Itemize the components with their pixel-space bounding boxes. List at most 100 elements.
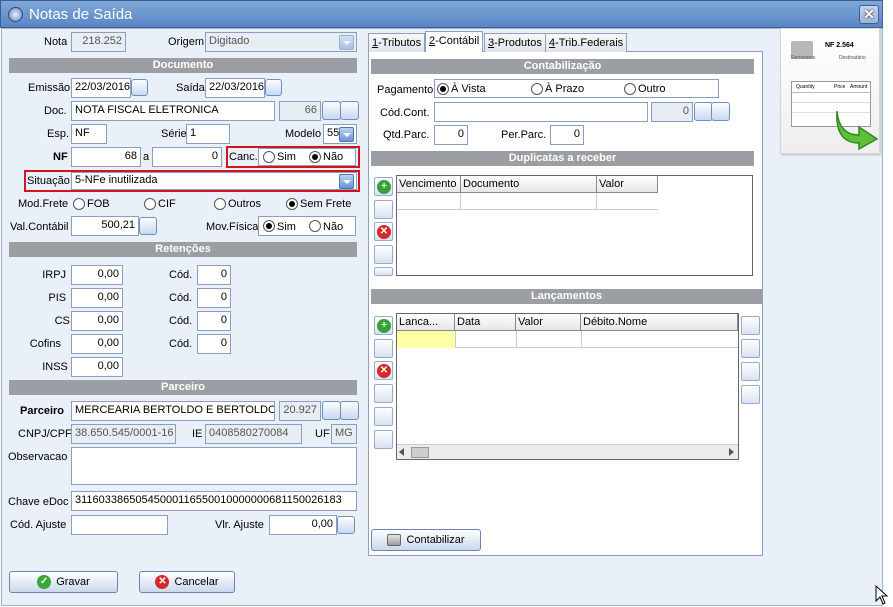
col-documento[interactable]: Documento: [461, 176, 597, 193]
wrench-icon[interactable]: [741, 316, 760, 335]
serie-field[interactable]: 1: [186, 124, 230, 144]
canc-sim-radio[interactable]: [263, 151, 275, 163]
export-icon[interactable]: [741, 362, 760, 381]
col-debito-nome[interactable]: Débito.Nome: [581, 314, 738, 331]
saida-field[interactable]: 22/03/2016: [205, 78, 265, 98]
retencao-value-field[interactable]: 0,00: [71, 288, 123, 308]
frete-sem-label: Sem Frete: [300, 198, 352, 210]
retencao-value-field[interactable]: 0,00: [71, 334, 123, 354]
scroll-thumb[interactable]: [411, 447, 429, 458]
calendar-icon[interactable]: [131, 79, 148, 96]
tab-contabil[interactable]: 2-Contábil: [425, 31, 484, 52]
retencao-cod-label: Cód.: [169, 315, 193, 327]
valcontabil-field[interactable]: 500,21: [71, 216, 139, 236]
frete-sem-radio[interactable]: [286, 198, 298, 210]
vlrajuste-field[interactable]: 0,00: [269, 515, 337, 535]
retencao-value-field[interactable]: 0,00: [71, 311, 123, 331]
doc-field[interactable]: NOTA FISCAL ELETRONICA: [71, 101, 275, 121]
parceiro-field[interactable]: MERCEARIA BERTOLDO E BERTOLDO ME: [71, 401, 275, 421]
close-button[interactable]: ✕: [859, 5, 879, 24]
mov-sim-radio[interactable]: [263, 220, 275, 232]
delete-icon[interactable]: ✕: [374, 361, 393, 380]
tab-trib-federais[interactable]: 4-Trib.Federais: [545, 33, 628, 52]
scroll-right-icon[interactable]: [729, 448, 734, 456]
canc-nao-radio[interactable]: [309, 151, 321, 163]
perparc-label: Per.Parc.: [501, 129, 547, 141]
edit-icon[interactable]: [374, 200, 393, 219]
origem-select[interactable]: Digitado: [205, 32, 357, 52]
col-data[interactable]: Data: [455, 314, 516, 331]
nf-to-field[interactable]: 0: [152, 147, 222, 167]
retencao-value-field[interactable]: 0,00: [71, 265, 123, 285]
cancelar-button[interactable]: ✕ Cancelar: [139, 571, 235, 593]
col-valor[interactable]: Valor: [597, 176, 658, 193]
table-row[interactable]: [397, 331, 738, 348]
retencao-value-field[interactable]: 0,00: [71, 357, 123, 377]
search-icon[interactable]: [322, 101, 341, 120]
table-row[interactable]: [397, 193, 658, 210]
retencao-cod-field[interactable]: 0: [197, 311, 231, 331]
horizontal-scrollbar[interactable]: [397, 444, 738, 459]
retencao-cod-label: Cód.: [169, 269, 193, 281]
plus-icon: +: [377, 180, 391, 194]
frete-fob-radio[interactable]: [73, 198, 85, 210]
pag-outro-radio[interactable]: [624, 83, 636, 95]
tab-tributos[interactable]: 1-Tributos: [368, 33, 426, 52]
col-vencimento[interactable]: Vencimento: [397, 176, 461, 193]
edit-icon[interactable]: [374, 339, 393, 358]
nf-from-field[interactable]: 68: [71, 147, 141, 167]
scroll-left-icon[interactable]: [399, 448, 404, 456]
cancelar-label: Cancelar: [174, 576, 219, 588]
add-icon[interactable]: +: [374, 177, 393, 196]
tab-produtos[interactable]: 3-Produtos: [484, 33, 546, 52]
uf-label: UF: [315, 428, 330, 440]
codcont-field[interactable]: [434, 102, 648, 122]
situacao-select[interactable]: 5-NFe inutilizada: [71, 172, 357, 190]
chave-field[interactable]: 3116033865054500011655001000000068115002…: [71, 491, 357, 511]
retencao-cod-field[interactable]: 0: [197, 265, 231, 285]
retencao-label: Cofins: [29, 338, 61, 350]
list-icon[interactable]: [340, 101, 359, 120]
list-icon[interactable]: [340, 401, 359, 420]
origem-label: Origem: [168, 36, 205, 48]
pag-prazo-radio[interactable]: [531, 83, 543, 95]
mov-nao-radio[interactable]: [309, 220, 321, 232]
add-icon[interactable]: +: [374, 316, 393, 335]
nota-field[interactable]: 218.252: [71, 32, 126, 52]
cell-divider: [455, 331, 456, 348]
pag-vista-radio[interactable]: [437, 83, 449, 95]
doc-code: 66: [279, 101, 321, 121]
perparc-field[interactable]: 0: [550, 125, 584, 145]
retencao-cod-field[interactable]: 0: [197, 288, 231, 308]
calendar-icon[interactable]: [265, 79, 282, 96]
window-icon[interactable]: [374, 267, 393, 276]
frete-cif-radio[interactable]: [144, 198, 156, 210]
delete-icon[interactable]: ✕: [374, 222, 393, 241]
selected-cell[interactable]: [397, 331, 455, 348]
calculator-icon[interactable]: [139, 217, 157, 235]
retencao-cod-field[interactable]: 0: [197, 334, 231, 354]
edit-list-icon[interactable]: [374, 430, 393, 449]
qtdparc-field[interactable]: 0: [434, 125, 468, 145]
ie-field: 0408580270084: [205, 424, 302, 444]
gravar-button[interactable]: ✓ Gravar: [9, 571, 118, 593]
col-lancamento[interactable]: Lanca...: [397, 314, 455, 331]
nf-doc-price: Price: [834, 84, 846, 90]
table-icon[interactable]: [741, 339, 760, 358]
print-icon[interactable]: [741, 385, 760, 404]
window-icon[interactable]: [374, 384, 393, 403]
col-valor[interactable]: Valor: [516, 314, 581, 331]
esp-field[interactable]: NF: [71, 124, 107, 144]
blank-icon[interactable]: [374, 407, 393, 426]
observacao-textarea[interactable]: [71, 447, 357, 485]
list-icon[interactable]: [711, 102, 730, 121]
contabilizar-button[interactable]: Contabilizar: [371, 529, 481, 551]
emissao-field[interactable]: 22/03/2016: [71, 78, 131, 98]
search-icon[interactable]: [322, 401, 341, 420]
calculator-icon[interactable]: [337, 516, 355, 534]
window-icon[interactable]: [374, 245, 393, 264]
codajuste-field[interactable]: [71, 515, 168, 535]
modelo-select[interactable]: 55: [323, 124, 357, 144]
doc-label: Doc.: [44, 105, 67, 117]
frete-outros-radio[interactable]: [214, 198, 226, 210]
